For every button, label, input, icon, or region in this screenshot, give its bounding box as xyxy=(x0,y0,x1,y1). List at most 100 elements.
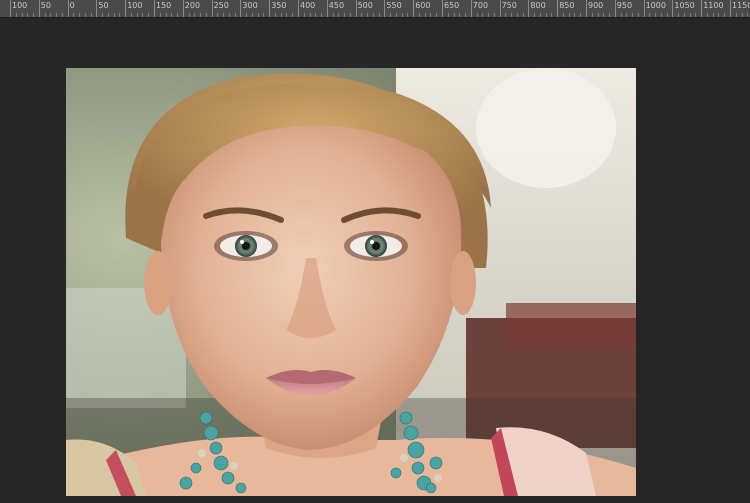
ruler-minor-tick xyxy=(488,13,490,17)
ruler-major-tick xyxy=(38,0,40,17)
ruler-major-tick xyxy=(586,0,587,17)
ruler-minor-tick xyxy=(274,13,276,17)
ruler-major-tick xyxy=(10,0,11,17)
ruler-minor-tick xyxy=(142,13,144,17)
ruler-minor-tick xyxy=(321,13,323,17)
ruler-minor-tick xyxy=(246,13,248,17)
ruler-label: 400 xyxy=(300,1,316,10)
ruler-major-tick xyxy=(211,0,213,17)
ruler-minor-tick xyxy=(292,13,294,17)
ruler-minor-tick xyxy=(286,13,288,17)
ruler-minor-tick xyxy=(367,13,369,17)
ruler-minor-tick xyxy=(741,13,743,17)
ruler-major-tick xyxy=(96,0,98,17)
ruler-minor-tick xyxy=(430,13,432,17)
ruler-minor-tick xyxy=(574,13,576,17)
ruler-minor-tick xyxy=(177,13,179,17)
ruler-minor-tick xyxy=(545,13,547,17)
ruler-label: 150 xyxy=(156,1,172,10)
ruler-major-tick xyxy=(614,0,616,17)
ruler-minor-tick xyxy=(551,13,553,17)
ruler-minor-tick xyxy=(649,13,651,17)
ruler-minor-tick xyxy=(511,13,513,17)
ruler-minor-tick xyxy=(44,13,46,17)
ruler-minor-tick xyxy=(568,13,570,17)
ruler-minor-tick xyxy=(620,13,622,17)
ruler-label: 450 xyxy=(328,1,345,10)
ruler-label: 600 xyxy=(415,1,431,10)
ruler-minor-tick xyxy=(539,13,541,17)
ruler-minor-tick xyxy=(637,13,639,17)
ruler-minor-tick xyxy=(344,13,346,17)
ruler-minor-tick xyxy=(27,13,29,17)
ruler-minor-tick xyxy=(724,13,726,17)
ruler-minor-tick xyxy=(418,13,420,17)
ruler-minor-tick xyxy=(102,13,104,17)
ruler-major-tick xyxy=(125,0,127,17)
ruler-minor-tick xyxy=(372,13,374,17)
ruler-minor-tick xyxy=(534,13,536,17)
ruler-major-tick xyxy=(355,0,357,17)
portrait-image xyxy=(66,68,636,496)
ruler-minor-tick xyxy=(136,13,138,17)
ruler-minor-tick xyxy=(562,13,564,17)
ruler-major-tick xyxy=(298,0,299,17)
ruler-label: 700 xyxy=(472,1,489,10)
ruler-label: 0 xyxy=(69,1,75,10)
ruler-minor-tick xyxy=(200,13,202,17)
ruler-major-tick xyxy=(154,0,155,17)
ruler-minor-tick xyxy=(73,13,75,17)
ruler-minor-tick xyxy=(735,13,737,17)
ruler-minor-tick xyxy=(660,13,662,17)
ruler-minor-tick xyxy=(603,13,605,17)
ruler-label: 1000 xyxy=(645,1,666,10)
ruler-label: 100 xyxy=(12,1,28,10)
ruler-minor-tick xyxy=(223,13,225,17)
ruler-minor-tick xyxy=(90,13,92,17)
ruler-minor-tick xyxy=(476,13,478,17)
ruler-minor-tick xyxy=(228,13,230,17)
ruler-minor-tick xyxy=(401,13,403,17)
ruler-label: 550 xyxy=(386,1,402,10)
ruler-minor-tick xyxy=(263,13,265,17)
ruler-label: 800 xyxy=(530,1,546,10)
ruler-minor-tick xyxy=(522,13,524,17)
ruler-minor-tick xyxy=(361,13,363,17)
horizontal-ruler[interactable]: 100 50 0 50 100 150 200 250 300 350 400 450 500 550 60… xyxy=(0,0,750,18)
ruler-minor-tick xyxy=(113,13,115,17)
ruler-major-tick xyxy=(384,0,386,17)
ruler-minor-tick xyxy=(303,13,305,17)
ruler-label: 50 xyxy=(40,1,51,10)
ruler-minor-tick xyxy=(505,13,507,17)
ruler-major-tick xyxy=(643,0,645,17)
ruler-minor-tick xyxy=(338,13,340,17)
ruler-minor-tick xyxy=(516,13,518,17)
ruler-minor-tick xyxy=(747,13,749,17)
ruler-major-tick xyxy=(442,0,443,17)
ruler-minor-tick xyxy=(234,13,236,17)
canvas-workspace xyxy=(0,18,750,503)
ruler-minor-tick xyxy=(655,13,657,17)
ruler-label: 100 xyxy=(127,1,143,10)
ruler-minor-tick xyxy=(15,13,17,17)
ruler-label: 1150 xyxy=(732,1,750,10)
ruler-major-tick xyxy=(67,0,69,17)
ruler-minor-tick xyxy=(84,13,86,17)
ruler-minor-tick xyxy=(609,13,611,17)
ruler-minor-tick xyxy=(21,13,23,17)
ruler-minor-tick xyxy=(257,13,259,17)
ruler-minor-tick xyxy=(309,13,311,17)
ruler-minor-tick xyxy=(632,13,634,17)
ruler-minor-tick xyxy=(436,13,438,17)
ruler-minor-tick xyxy=(61,13,63,17)
ruler-minor-tick xyxy=(395,13,397,17)
portrait-photo[interactable] xyxy=(66,68,636,496)
ruler-label: 1050 xyxy=(674,1,695,10)
ruler-label: 50 xyxy=(98,1,109,10)
ruler-major-tick xyxy=(557,0,559,17)
ruler-minor-tick xyxy=(407,13,409,17)
ruler-label: 200 xyxy=(184,1,201,10)
ruler-major-tick xyxy=(240,0,242,17)
ruler-minor-tick xyxy=(580,13,582,17)
ruler-major-tick xyxy=(528,0,530,17)
